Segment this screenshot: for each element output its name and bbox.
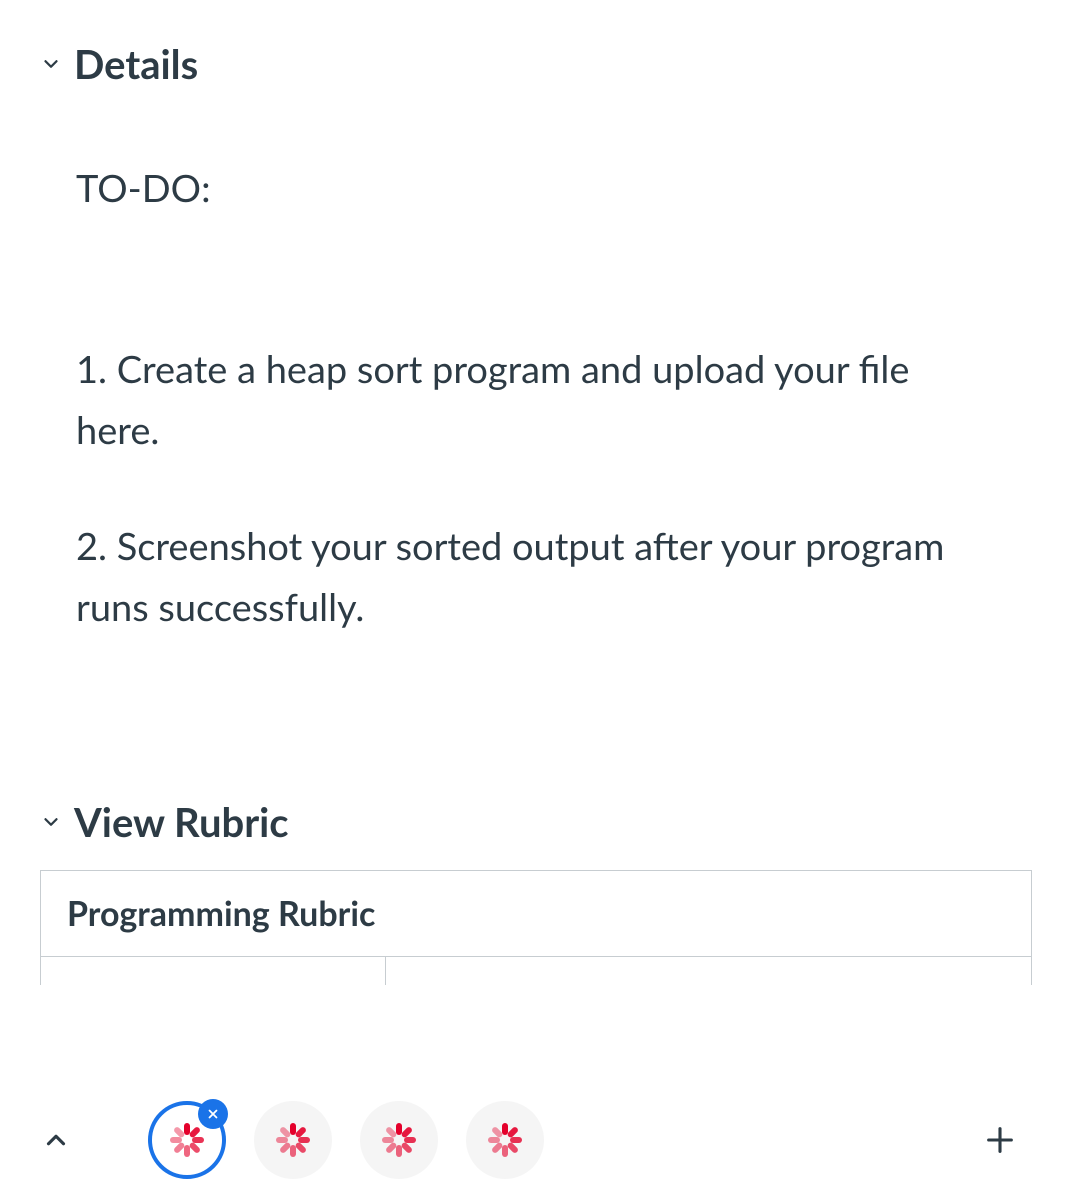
view-rubric-toggle[interactable]: View Rubric	[40, 798, 1032, 846]
rubric-header-row	[41, 957, 1031, 985]
chevron-down-icon	[40, 53, 62, 75]
tab-4[interactable]	[466, 1101, 544, 1179]
todo-label: TO-DO:	[76, 158, 992, 219]
rubric-title: Programming Rubric	[41, 871, 1031, 957]
details-toggle[interactable]: Details	[40, 40, 1032, 88]
tab-2[interactable]	[254, 1101, 332, 1179]
chevron-down-icon	[40, 811, 62, 833]
todo-item-2: 2. Screenshot your sorted output after y…	[76, 516, 992, 638]
todo-item-1: 1. Create a heap sort program and upload…	[76, 339, 992, 461]
rubric-table: Programming Rubric	[40, 870, 1032, 985]
bottom-toolbar	[0, 1080, 1072, 1200]
new-tab-button[interactable]	[968, 1108, 1032, 1172]
close-tab-button[interactable]	[198, 1099, 228, 1129]
view-rubric-heading: View Rubric	[74, 798, 289, 846]
tab-3[interactable]	[360, 1101, 438, 1179]
tab-1[interactable]	[148, 1101, 226, 1179]
collapse-toolbar-button[interactable]	[24, 1108, 88, 1172]
details-heading: Details	[74, 40, 198, 88]
tab-strip	[148, 1101, 544, 1179]
